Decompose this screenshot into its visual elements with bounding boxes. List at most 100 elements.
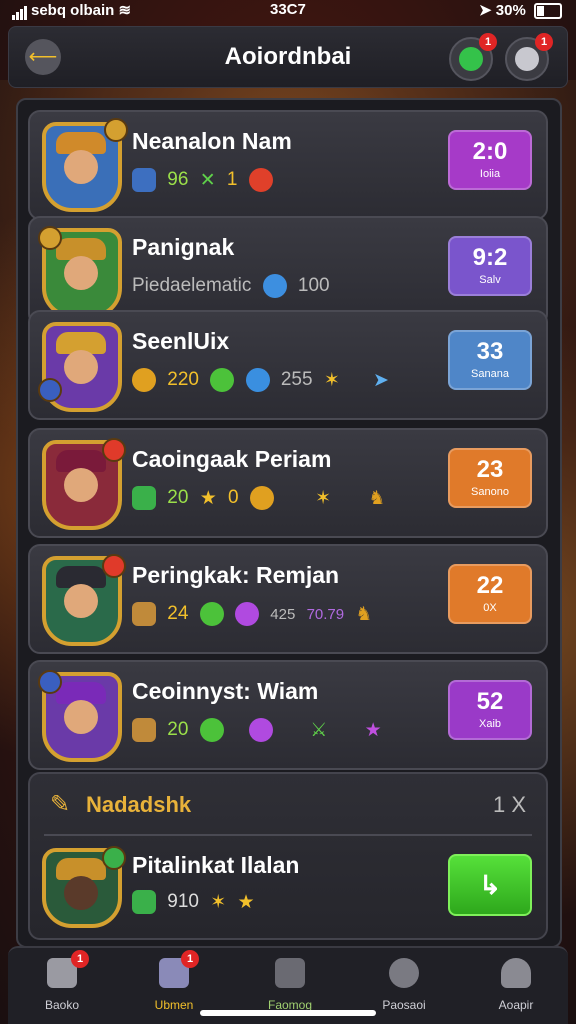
face-icon	[64, 700, 98, 734]
orb-icon	[248, 168, 273, 192]
arrow-icon: ➤	[373, 369, 389, 391]
signal-icon	[12, 3, 28, 20]
player-stats: 20 ★ 0 ✶ ♞	[132, 486, 391, 514]
star-icon: ✶	[323, 369, 340, 391]
section-count[interactable]: 1 X	[493, 792, 526, 818]
stat-value: 1	[226, 169, 238, 190]
tab-label: Baoko	[44, 998, 80, 1012]
face-icon	[64, 150, 98, 184]
player-name: Caoingaak Periam	[132, 446, 332, 472]
rank-number: 9:2	[472, 244, 508, 271]
avatar	[42, 846, 126, 928]
crate-icon	[132, 718, 156, 742]
gem-icon	[262, 274, 287, 298]
settings-button[interactable]: 1	[505, 33, 553, 81]
inbox-icon: 1	[159, 950, 199, 988]
avatar	[42, 438, 126, 530]
rank-badge[interactable]: 2:0 Ioiia	[448, 130, 532, 190]
face-icon	[64, 350, 98, 384]
stat-value: 0	[228, 487, 239, 508]
avatar	[42, 554, 126, 646]
status-time: 33C7	[270, 1, 306, 18]
rank-badge[interactable]: 9:2 Salv	[448, 236, 532, 296]
rank-badge[interactable]: 52 Xaib	[448, 680, 532, 740]
plus-orb-icon	[199, 602, 224, 626]
stat-value: 910	[167, 891, 199, 912]
rank-emblem-icon	[104, 118, 128, 142]
accept-button[interactable]: ↳	[448, 854, 532, 916]
gear-icon	[515, 47, 539, 71]
pending-section: ✎ Nadadshk 1 X Pitalinkat Ilalan 910 ✶ ★…	[28, 772, 548, 940]
player-name: SeenlUix	[132, 328, 230, 354]
face-icon	[64, 876, 98, 910]
notification-badge: 1	[479, 33, 497, 51]
rank-badge[interactable]: 33 Sanana	[448, 330, 532, 390]
notifications-button[interactable]: 1	[449, 33, 497, 81]
rank-emblem-icon	[38, 226, 62, 250]
list-item[interactable]: Caoingaak Periam 20 ★ 0 ✶ ♞ 23 Sanono	[28, 428, 548, 538]
player-stats: 96 ✕ 1	[132, 168, 279, 196]
battery-icon	[534, 3, 562, 20]
rank-number: 33	[476, 338, 504, 365]
rank-label: Ioiia	[479, 168, 501, 180]
plus-orb-icon	[210, 368, 235, 392]
star-icon: ★	[237, 891, 255, 913]
stat-value: 255	[280, 369, 313, 390]
stat-value: 70.79	[306, 605, 345, 623]
orb-icon	[248, 718, 273, 742]
list-item[interactable]: Neanalon Nam 96 ✕ 1 2:0 Ioiia	[28, 110, 548, 220]
list-item[interactable]: Ceoinnyst: Wiam 20 ⚔ ★ 52 Xaib	[28, 660, 548, 770]
player-stats: 20 ⚔ ★	[132, 718, 388, 746]
star-icon: ✶	[315, 487, 332, 509]
box-icon	[132, 168, 156, 192]
rank-label: Sanono	[471, 486, 509, 498]
potion-icon	[249, 486, 274, 510]
user-icon	[501, 958, 531, 988]
crossed-swords-icon	[275, 958, 305, 988]
gear-icon	[389, 958, 419, 988]
stat-value: 220	[167, 369, 199, 390]
divider	[44, 834, 532, 836]
location-icon: ➤	[479, 2, 492, 19]
carrier-text: sebq olbain	[31, 2, 115, 19]
face-icon	[64, 468, 98, 502]
rank-badge[interactable]: 23 Sanono	[448, 448, 532, 508]
status-left: sebq olbain ≋	[12, 1, 131, 20]
tab-inbox[interactable]: 1 Ubmen	[124, 950, 224, 1012]
star-icon: ★	[199, 487, 217, 509]
status-bar: sebq olbain ≋ 33C7 ➤ 30%	[0, 0, 576, 22]
avatar	[38, 670, 122, 762]
stat-value: 20	[167, 487, 189, 508]
tab-badge: 1	[71, 950, 89, 968]
coin-icon	[132, 368, 156, 392]
rank-number: 22	[476, 572, 504, 599]
player-name: Ceoinnyst: Wiam	[132, 678, 319, 704]
player-name: Neanalon Nam	[132, 128, 292, 154]
rank-number: 2:0	[472, 138, 508, 165]
list-item[interactable]: SeenlUix 220 255 ✶ ➤ 33 Sanana	[28, 310, 548, 420]
horn-icon: ♞	[368, 487, 386, 509]
avatar	[42, 118, 128, 212]
tab-badge: 1	[181, 950, 199, 968]
gem-icon	[234, 602, 259, 626]
cross-icon: ✕	[199, 169, 216, 191]
tab-label: Aoapir	[498, 998, 534, 1012]
gem-icon	[132, 890, 156, 914]
rank-badge[interactable]: 22 0X	[448, 564, 532, 624]
list-item[interactable]: Peringkak: Remjan 24 425 70.79 ♞ 22 0X	[28, 544, 548, 654]
tab-home[interactable]: 1 Baoko	[12, 950, 112, 1012]
stat-value: 24	[167, 603, 189, 624]
pencil-icon: ✎	[50, 791, 71, 818]
leaderboard-panel: Neanalon Nam 96 ✕ 1 2:0 Ioiia Panignak P…	[16, 98, 562, 948]
player-name: Pitalinkat Ilalan	[132, 852, 300, 878]
tab-profile[interactable]: Aoapir	[466, 958, 566, 1012]
cube-icon	[132, 486, 156, 510]
stat-value: 425	[270, 605, 296, 623]
rank-number: 23	[476, 456, 504, 483]
tab-battle[interactable]: Faomog	[240, 958, 340, 1012]
stat-value: 20	[167, 719, 189, 740]
bell-icon	[459, 47, 483, 71]
plus-orb-icon	[199, 718, 224, 742]
player-stats: 910 ✶ ★	[132, 890, 261, 918]
tab-settings[interactable]: Paosaoi	[354, 958, 454, 1012]
